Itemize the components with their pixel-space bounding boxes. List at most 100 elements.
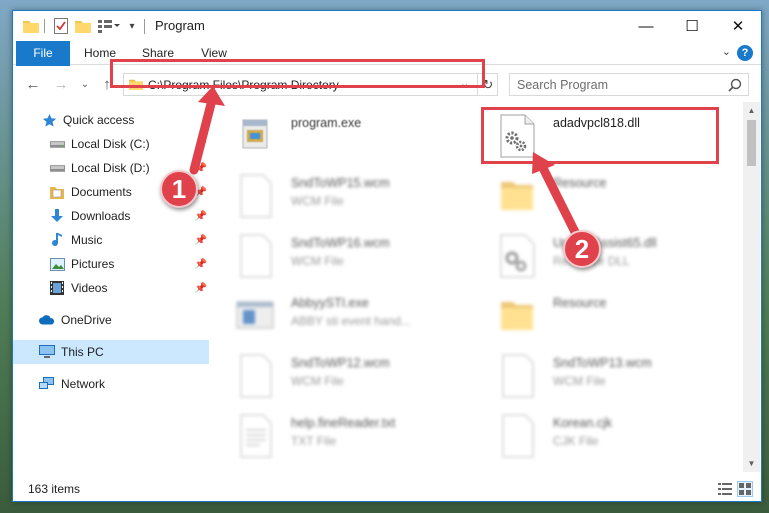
file-type: WCM File	[553, 374, 606, 388]
pin-icon[interactable]: 📌	[195, 163, 207, 174]
sidebar-item-local-disk-c[interactable]: Local Disk (C:) 📌	[13, 132, 209, 156]
navigation-pane: Quick access Local Disk (C:) 📌 Local Dis…	[13, 102, 213, 472]
back-button[interactable]: ←	[23, 74, 43, 94]
minimize-button[interactable]: —	[623, 11, 669, 41]
pin-icon[interactable]: 📌	[195, 235, 207, 246]
file-name: SndToWP15.wcm	[291, 176, 390, 190]
customize-toolbar-icon[interactable]	[97, 17, 121, 35]
file-item[interactable]: SndToWP16.wcm WCM File	[221, 226, 451, 282]
pictures-icon	[49, 256, 65, 272]
folder-icon	[497, 294, 537, 338]
file-name: Korean.cjk	[553, 416, 613, 430]
title-bar: ▾ Program — ☐ ✕	[13, 11, 761, 41]
title-separator	[144, 19, 145, 34]
file-name: AbbyySTI.exe	[291, 296, 369, 310]
step-1-badge: 1	[160, 170, 198, 208]
text-file-icon	[235, 414, 275, 458]
scrollbar-thumb[interactable]	[747, 120, 756, 166]
sidebar-item-quick-access[interactable]: Quick access	[13, 108, 209, 132]
file-name: SndToWP12.wcm	[291, 356, 390, 370]
file-icon	[497, 354, 537, 398]
file-item-adadvpcl818-dll[interactable]: adadvpcl818.dll	[483, 106, 713, 162]
file-type: WCM File	[291, 374, 344, 388]
folder-icon	[129, 78, 143, 93]
download-icon	[49, 208, 65, 224]
file-icon	[497, 414, 537, 458]
sidebar-item-label: Documents	[71, 185, 132, 199]
tab-home[interactable]: Home	[75, 41, 125, 65]
maximize-button[interactable]: ☐	[669, 11, 715, 41]
file-item[interactable]: program.exe	[221, 106, 451, 162]
ribbon-tabs: File Home Share View ⌄ ?	[13, 41, 761, 97]
address-bar[interactable]: C:\Program Files\Program Directory ⌄ ↻	[123, 73, 498, 96]
pin-icon[interactable]: 📌	[195, 259, 207, 270]
details-view-icon[interactable]	[717, 481, 733, 497]
sidebar-item-onedrive[interactable]: OneDrive	[13, 308, 209, 332]
sidebar-item-label: Local Disk (D:)	[71, 161, 150, 175]
documents-icon	[49, 184, 65, 200]
pin-icon[interactable]: 📌	[195, 211, 207, 222]
up-button[interactable]: ↑	[97, 74, 117, 94]
sidebar-item-this-pc[interactable]: This PC	[13, 340, 209, 364]
scroll-down-icon[interactable]: ▼	[743, 455, 760, 472]
sidebar-item-network[interactable]: Network	[13, 372, 209, 396]
sidebar-item-pictures[interactable]: Pictures 📌	[13, 252, 209, 276]
sidebar-item-label: Local Disk (C:)	[71, 137, 150, 151]
address-path[interactable]: C:\Program Files\Program Directory	[148, 78, 339, 92]
sidebar-item-videos[interactable]: Videos 📌	[13, 276, 209, 300]
vertical-scrollbar[interactable]: ▲ ▼	[743, 102, 760, 472]
sidebar-item-label: This PC	[61, 345, 104, 359]
search-input[interactable]: Search Program	[509, 73, 749, 96]
exe-icon	[235, 294, 275, 338]
sidebar-item-label: Videos	[71, 281, 108, 295]
refresh-button[interactable]: ↻	[477, 74, 498, 95]
search-placeholder: Search Program	[517, 78, 609, 92]
new-folder-icon[interactable]	[75, 17, 91, 35]
file-type: ABBY sti event hand...	[291, 314, 411, 328]
address-dropdown-icon[interactable]: ⌄	[460, 77, 469, 90]
file-item[interactable]: Resource	[483, 166, 713, 222]
file-name: SndToWP13.wcm	[553, 356, 652, 370]
file-name: Resource	[553, 176, 607, 190]
dll-icon	[497, 114, 537, 158]
folder-icon	[497, 174, 537, 218]
file-name: program.exe	[291, 116, 362, 130]
sidebar-item-label: Quick access	[63, 113, 135, 127]
file-item[interactable]: Resource	[483, 286, 713, 342]
properties-icon[interactable]	[53, 17, 69, 35]
tab-share[interactable]: Share	[133, 41, 183, 65]
drive-icon	[49, 136, 65, 152]
pin-icon[interactable]: 📌	[195, 283, 207, 294]
file-item[interactable]: Korean.cjk CJK File	[483, 406, 713, 462]
forward-button[interactable]: →	[51, 74, 71, 94]
pin-icon[interactable]: 📌	[195, 139, 207, 150]
file-item[interactable]: help.fineReader.txt TXT File	[221, 406, 451, 462]
sidebar-item-label: Network	[61, 377, 106, 391]
file-item[interactable]: AbbyySTI.exe ABBY sti event hand...	[221, 286, 451, 342]
help-icon[interactable]: ?	[737, 45, 753, 61]
large-icons-view-icon[interactable]	[737, 481, 753, 497]
file-icon	[235, 234, 275, 278]
tab-view[interactable]: View	[189, 41, 239, 65]
close-button[interactable]: ✕	[715, 11, 761, 41]
music-icon	[49, 232, 65, 248]
file-type: CJK File	[553, 434, 599, 448]
star-icon	[41, 112, 57, 128]
quick-access-dropdown-icon[interactable]: ▾	[125, 17, 139, 35]
exe-icon	[235, 114, 275, 158]
file-item[interactable]: SndToWP15.wcm WCM File	[221, 166, 451, 222]
recent-locations-button[interactable]: ⌄	[75, 74, 95, 94]
window-title: Program	[155, 18, 205, 33]
search-icon[interactable]	[728, 78, 742, 95]
file-name: help.fineReader.txt	[291, 416, 396, 430]
sidebar-item-label: OneDrive	[61, 313, 112, 327]
file-type: WCM File	[291, 194, 344, 208]
sidebar-item-music[interactable]: Music 📌	[13, 228, 209, 252]
scroll-up-icon[interactable]: ▲	[743, 102, 760, 119]
file-item[interactable]: SndToWP13.wcm WCM File	[483, 346, 713, 402]
file-icon	[235, 354, 275, 398]
file-item[interactable]: SndToWP12.wcm WCM File	[221, 346, 451, 402]
ribbon-expand-icon[interactable]: ⌄	[722, 45, 731, 58]
cloud-icon	[39, 312, 55, 328]
videos-icon	[49, 280, 65, 296]
